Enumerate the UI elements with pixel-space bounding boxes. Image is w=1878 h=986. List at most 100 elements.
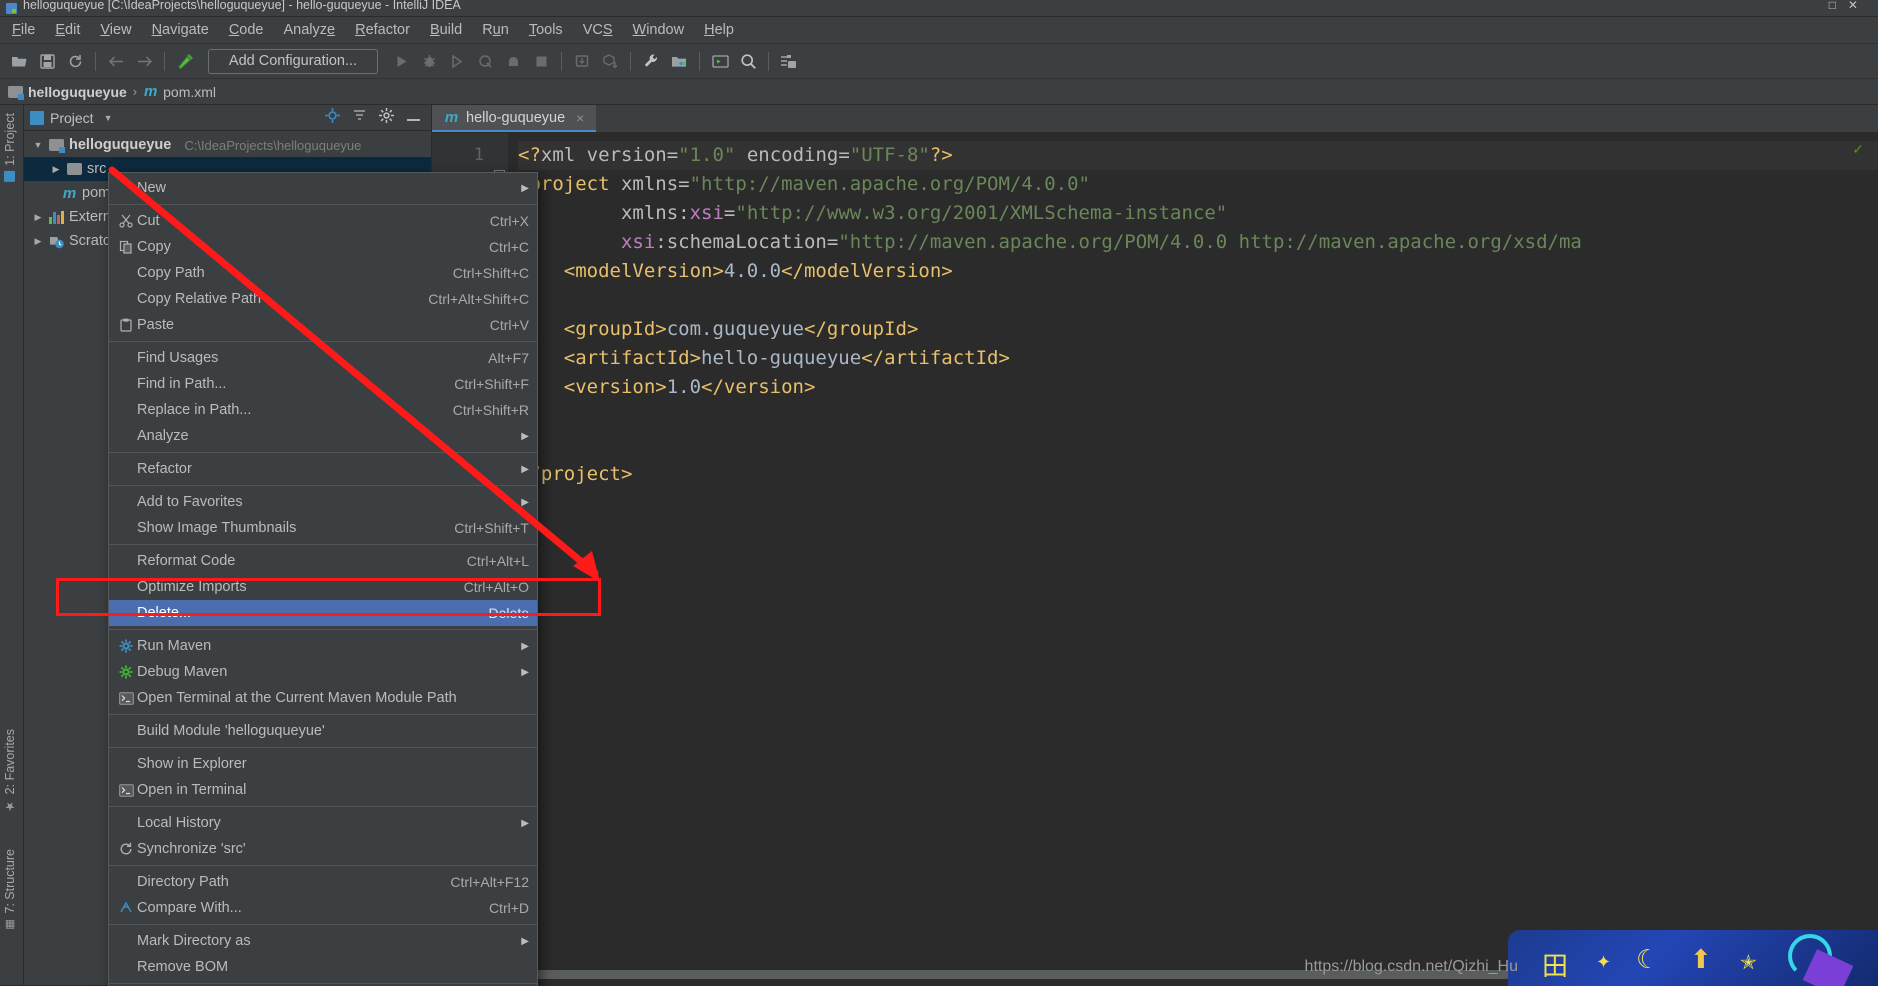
- context-menu-item-analyze[interactable]: Analyze ▶: [109, 423, 537, 449]
- context-menu-item-paste[interactable]: Paste Ctrl+V: [109, 312, 537, 338]
- context-menu-label: Add to Favorites: [137, 494, 243, 510]
- context-menu-item-open-in-terminal[interactable]: Open in Terminal: [109, 777, 537, 803]
- chevron-right-icon[interactable]: ▶: [50, 164, 62, 175]
- context-menu-item-open-terminal-maven[interactable]: Open Terminal at the Current Maven Modul…: [109, 685, 537, 711]
- apk-download-icon[interactable]: [597, 48, 623, 74]
- context-menu-shortcut: Alt+F7: [488, 350, 529, 366]
- close-icon[interactable]: ×: [576, 110, 584, 126]
- context-menu-item-replace-in-path[interactable]: Replace in Path... Ctrl+Shift+R: [109, 397, 537, 423]
- context-menu-item-debug-maven[interactable]: Debug Maven ▶: [109, 659, 537, 685]
- context-menu-item-show-in-explorer[interactable]: Show in Explorer: [109, 751, 537, 777]
- terminal-icon: [115, 691, 137, 705]
- context-menu-item-remove-bom[interactable]: Remove BOM: [109, 954, 537, 980]
- menu-item-vcs[interactable]: VCS: [573, 19, 623, 41]
- breadcrumb-project-label: helloguqueyue: [28, 83, 127, 100]
- code-content[interactable]: <?xml version="1.0" encoding="UTF-8"?> <p…: [508, 133, 1878, 985]
- menu-item-window[interactable]: Window: [623, 19, 695, 41]
- search-everywhere-icon[interactable]: [735, 48, 761, 74]
- context-menu-item-copy-relative-path[interactable]: Copy Relative Path Ctrl+Alt+Shift+C: [109, 286, 537, 312]
- sidebar-item-project[interactable]: 1: Project: [0, 109, 21, 186]
- context-menu-shortcut: Ctrl+D: [488, 900, 529, 916]
- context-menu-item-find-in-path[interactable]: Find in Path... Ctrl+Shift+F: [109, 371, 537, 397]
- menu-separator: [109, 204, 537, 205]
- title-bar: helloguqueyue [C:\IdeaProjects\helloguqu…: [0, 0, 1878, 17]
- breadcrumb-file[interactable]: m pom.xml: [143, 83, 216, 100]
- window-controls[interactable]: □✕: [1829, 0, 1870, 12]
- scissors-icon: [115, 214, 137, 228]
- context-menu-item-directory-path[interactable]: Directory Path Ctrl+Alt+F12: [109, 869, 537, 895]
- menu-item-tools[interactable]: Tools: [519, 19, 573, 41]
- project-structure-icon[interactable]: [666, 48, 692, 74]
- context-menu-item-build-module[interactable]: Build Module 'helloguqueyue': [109, 718, 537, 744]
- menu-item-build[interactable]: Build: [420, 19, 472, 41]
- collapse-all-icon[interactable]: [352, 109, 367, 126]
- back-arrow-icon[interactable]: [103, 48, 129, 74]
- submenu-arrow-icon: ▶: [521, 817, 529, 829]
- database-icon[interactable]: [776, 48, 802, 74]
- context-menu-item-mark-directory-as[interactable]: Mark Directory as ▶: [109, 928, 537, 954]
- context-menu-item-show-image-thumbnails[interactable]: Show Image Thumbnails Ctrl+Shift+T: [109, 515, 537, 541]
- stop-icon[interactable]: [528, 48, 554, 74]
- sidebar-item-favorites[interactable]: ★ 2: Favorites: [0, 725, 21, 817]
- run-icon[interactable]: [388, 48, 414, 74]
- tree-row-project[interactable]: ▼ helloguqueyue C:\IdeaProjects\helloguq…: [24, 133, 431, 157]
- breadcrumb-project[interactable]: helloguqueyue: [8, 84, 127, 100]
- menu-item-file[interactable]: File: [2, 19, 45, 41]
- context-menu-item-synchronize-src[interactable]: Synchronize 'src': [109, 836, 537, 862]
- ad-glyph-4: ⬆: [1690, 944, 1712, 974]
- updating-app-icon[interactable]: [500, 48, 526, 74]
- chevron-down-icon[interactable]: ▼: [32, 140, 44, 150]
- tree-path-project: C:\IdeaProjects\helloguqueyue: [184, 137, 362, 153]
- inspection-status-icon[interactable]: ✓: [1852, 141, 1864, 158]
- save-all-icon[interactable]: [34, 48, 60, 74]
- run-coverage-icon[interactable]: [444, 48, 470, 74]
- terminal-icon[interactable]: [707, 48, 733, 74]
- context-menu-item-copy-path[interactable]: Copy Path Ctrl+Shift+C: [109, 260, 537, 286]
- profile-icon[interactable]: [472, 48, 498, 74]
- chevron-down-icon[interactable]: ▼: [104, 113, 113, 123]
- sync-icon[interactable]: [62, 48, 88, 74]
- context-menu-item-find-usages[interactable]: Find Usages Alt+F7: [109, 345, 537, 371]
- open-folder-icon[interactable]: [6, 48, 32, 74]
- install-apk-icon[interactable]: [569, 48, 595, 74]
- context-menu-item-copy[interactable]: Copy Ctrl+C: [109, 234, 537, 260]
- context-menu-item-optimize-imports[interactable]: Optimize Imports Ctrl+Alt+O: [109, 574, 537, 600]
- context-menu-item-run-maven[interactable]: Run Maven ▶: [109, 633, 537, 659]
- settings-gear-icon[interactable]: [379, 108, 394, 127]
- menu-item-analyze[interactable]: Analyze: [274, 19, 346, 41]
- debug-icon[interactable]: [416, 48, 442, 74]
- code-editor[interactable]: 1 − <?xml version="1.0" encoding="UTF-8"…: [432, 133, 1878, 985]
- menu-item-help[interactable]: Help: [694, 19, 744, 41]
- chevron-right-icon[interactable]: ▶: [32, 212, 44, 223]
- menu-item-code[interactable]: Code: [219, 19, 274, 41]
- menu-item-navigate[interactable]: Navigate: [142, 19, 219, 41]
- context-menu-item-refactor[interactable]: Refactor ▶: [109, 456, 537, 482]
- context-menu-item-delete[interactable]: Delete... Delete: [109, 600, 537, 626]
- locate-icon[interactable]: [325, 108, 340, 127]
- settings-wrench-icon[interactable]: [638, 48, 664, 74]
- menu-item-refactor[interactable]: Refactor: [345, 19, 420, 41]
- chevron-right-icon[interactable]: ▶: [32, 236, 44, 247]
- tree-label-src: src: [87, 161, 107, 177]
- submenu-arrow-icon: ▶: [521, 463, 529, 475]
- menu-item-edit[interactable]: Edit: [45, 19, 90, 41]
- context-menu-item-add-to-favorites[interactable]: Add to Favorites ▶: [109, 489, 537, 515]
- context-menu-label: Replace in Path...: [137, 402, 252, 418]
- context-menu-label: Reformat Code: [137, 553, 236, 569]
- context-menu-item-local-history[interactable]: Local History ▶: [109, 810, 537, 836]
- editor-tab-hello-guqueyue[interactable]: m hello-guqueyue ×: [432, 105, 597, 132]
- context-menu-item-cut[interactable]: Cut Ctrl+X: [109, 208, 537, 234]
- context-menu-item-new[interactable]: New ▶: [109, 175, 537, 201]
- context-menu-item-compare-with[interactable]: Compare With... Ctrl+D: [109, 895, 537, 921]
- sidebar-item-structure[interactable]: ▦ 7: Structure: [0, 845, 21, 936]
- context-menu-shortcut: Ctrl+Shift+C: [452, 265, 529, 281]
- context-menu-item-reformat-code[interactable]: Reformat Code Ctrl+Alt+L: [109, 548, 537, 574]
- forward-arrow-icon[interactable]: [131, 48, 157, 74]
- context-menu[interactable]: New ▶ Cut Ctrl+X Copy Ctrl+C Copy Path C…: [108, 172, 538, 986]
- context-menu-label: Build Module 'helloguqueyue': [137, 723, 325, 739]
- build-hammer-icon[interactable]: [172, 48, 198, 74]
- add-configuration-button[interactable]: Add Configuration...: [208, 48, 378, 74]
- hide-icon[interactable]: [406, 109, 421, 126]
- menu-item-run[interactable]: Run: [472, 19, 519, 41]
- menu-item-view[interactable]: View: [90, 19, 141, 41]
